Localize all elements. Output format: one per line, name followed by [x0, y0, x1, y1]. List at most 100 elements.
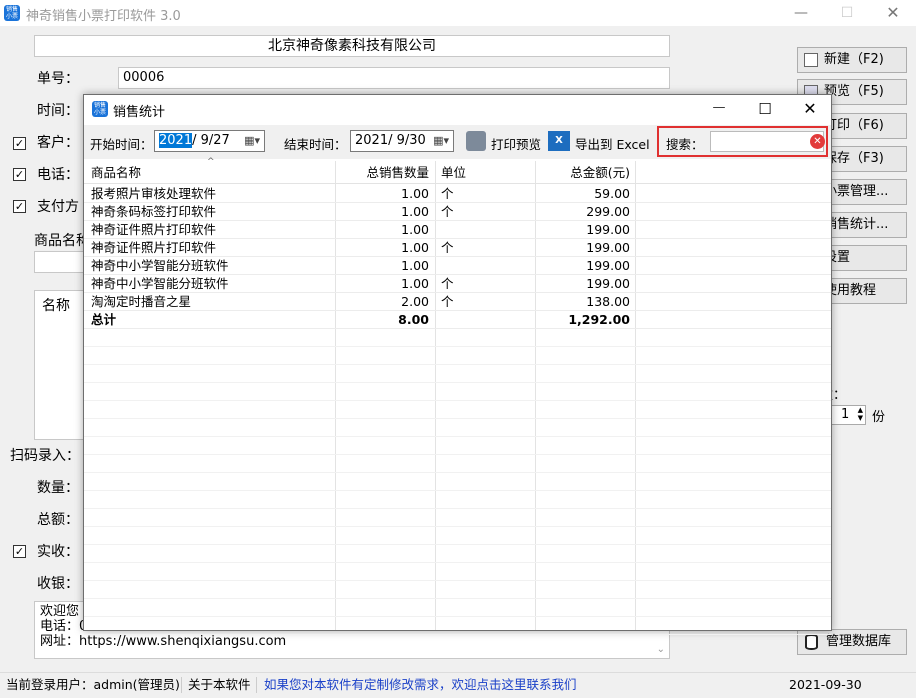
table-row[interactable]: 报考照片审核处理软件 1.00 个 59.00 — [84, 185, 831, 203]
cell-amount: 138.00 — [586, 294, 630, 309]
cell-qty: 2.00 — [401, 294, 429, 309]
cell-name: 神奇条码标签打印软件 — [91, 204, 217, 219]
status-divider — [256, 677, 257, 693]
cell-name: 淘淘定时播音之星 — [91, 294, 192, 309]
empty-row-line — [84, 598, 831, 599]
time-label: 时间： — [37, 103, 79, 119]
table-row[interactable]: 神奇中小学智能分班软件 1.00 个 199.00 — [84, 275, 831, 293]
start-date-picker[interactable]: 2021/ 9/27 ▦▾ — [154, 130, 265, 152]
order-no-field[interactable]: 00006 — [118, 67, 670, 89]
new-doc-icon — [804, 53, 818, 67]
calendar-dropdown-icon[interactable]: ▦▾ — [244, 131, 260, 151]
table-row[interactable]: 神奇证件照片打印软件 1.00 个 199.00 — [84, 239, 831, 257]
main-title-bar: 销售小票 神奇销售小票打印软件 3.0 — ☐ ✕ — [0, 0, 916, 26]
items-table[interactable]: 名称 — [34, 290, 84, 440]
new-button[interactable]: 新建（F2) — [797, 47, 907, 73]
start-time-label: 开始时间： — [90, 137, 153, 152]
dialog-close-icon[interactable]: ✕ — [787, 95, 833, 123]
order-no-label: 单号： — [37, 71, 79, 87]
custom-request-link[interactable]: 如果您对本软件有定制修改需求，欢迎点击这里联系我们 — [264, 673, 577, 697]
empty-row-line — [84, 364, 831, 365]
print-preview-icon — [466, 131, 486, 151]
stepper-arrows-icon[interactable]: ▲ ▼ — [858, 406, 863, 422]
footer-line-3: 网址：https://www.shenqixiangsu.com — [40, 634, 287, 649]
empty-row-line — [84, 526, 831, 527]
cell-amount: 1,292.00 — [568, 312, 630, 327]
cell-name: 总计 — [91, 312, 117, 327]
table-row[interactable]: 神奇条码标签打印软件 1.00 个 299.00 — [84, 203, 831, 221]
cell-name: 报考照片审核处理软件 — [91, 186, 217, 201]
cell-name: 神奇中小学智能分班软件 — [91, 258, 229, 273]
copies-stepper[interactable]: 1 ▲ ▼ — [828, 405, 866, 425]
col-header-unit[interactable]: 单位 — [441, 164, 466, 182]
product-name-field[interactable] — [34, 251, 84, 273]
payment-checkbox[interactable]: ✓ — [13, 200, 26, 213]
print-preview-label: 打印预览 — [491, 137, 542, 152]
table-row[interactable]: 神奇证件照片打印软件 1.00 199.00 — [84, 221, 831, 239]
company-name-field[interactable]: 北京神奇像素科技有限公司 — [34, 35, 670, 57]
search-input[interactable] — [710, 131, 824, 152]
cell-amount: 199.00 — [586, 240, 630, 255]
end-date-picker[interactable]: 2021/ 9/30 ▦▾ — [350, 130, 454, 152]
product-name-label: 商品名称 — [34, 233, 90, 249]
search-box-highlight: 搜索： ✕ — [657, 126, 828, 157]
receipt-management-label: 小票管理... — [824, 184, 889, 199]
cell-unit: 个 — [441, 276, 454, 291]
empty-row-line — [84, 346, 831, 347]
empty-row-line — [84, 616, 831, 617]
excel-icon: X — [548, 131, 570, 151]
cell-name: 神奇证件照片打印软件 — [91, 240, 217, 255]
close-icon[interactable]: ✕ — [870, 0, 916, 26]
new-button-label: 新建（F2) — [824, 52, 884, 67]
save-button-label: 保存（F3) — [824, 151, 884, 166]
grid-header-row: 商品名称 总销售数量 单位 总金额(元) — [84, 164, 831, 182]
empty-row-line — [84, 454, 831, 455]
calendar-dropdown-icon[interactable]: ▦▾ — [433, 131, 449, 151]
phone-checkbox[interactable]: ✓ — [13, 168, 26, 181]
copies-value: 1 — [841, 407, 850, 422]
table-row[interactable]: 神奇中小学智能分班软件 1.00 199.00 — [84, 257, 831, 275]
empty-row-line — [84, 544, 831, 545]
minimize-icon[interactable]: — — [778, 0, 824, 26]
cell-qty: 1.00 — [401, 186, 429, 201]
start-date-rest: / 9/27 — [192, 133, 230, 148]
header-divider — [84, 183, 831, 184]
cell-qty: 1.00 — [401, 222, 429, 237]
maximize-icon[interactable]: ☐ — [824, 0, 870, 26]
table-row[interactable]: 淘淘定时播音之星 2.00 个 138.00 — [84, 293, 831, 311]
current-user-text: 当前登录用户：admin(管理员) — [6, 677, 180, 692]
dialog-title-bar: 销售小票 销售统计 — ☐ ✕ — [84, 95, 831, 123]
dialog-title: 销售统计 — [113, 105, 166, 120]
cell-unit: 个 — [441, 294, 454, 309]
empty-row-line — [84, 490, 831, 491]
customer-checkbox[interactable]: ✓ — [13, 137, 26, 150]
empty-row-line — [84, 508, 831, 509]
db-management-button[interactable]: 管理数据库 — [797, 629, 907, 655]
phone-label: 电话： — [37, 167, 79, 183]
main-window-title: 神奇销售小票打印软件 3.0 — [26, 9, 181, 24]
end-time-label: 结束时间： — [284, 137, 347, 152]
cell-unit: 个 — [441, 186, 454, 201]
search-label: 搜索： — [666, 137, 704, 152]
dialog-maximize-icon[interactable]: ☐ — [742, 95, 788, 123]
dialog-minimize-icon[interactable]: — — [696, 95, 742, 123]
start-date-year: 2021 — [159, 133, 193, 148]
empty-row-line — [84, 634, 831, 635]
sales-grid[interactable]: ^ 商品名称 总销售数量 单位 总金额(元) 报考照片审核处理软件 1.00 个 59… — [84, 157, 831, 635]
empty-row-line — [84, 382, 831, 383]
total-row[interactable]: 总计 8.00 1,292.00 — [84, 311, 831, 329]
cell-name: 神奇证件照片打印软件 — [91, 222, 217, 237]
received-label: 实收： — [37, 544, 79, 560]
end-date-value: 2021/ 9/30 — [355, 133, 426, 148]
received-checkbox[interactable]: ✓ — [13, 545, 26, 558]
col-header-amount[interactable]: 总金额(元) — [570, 164, 630, 182]
cell-unit: 个 — [441, 204, 454, 219]
col-header-name[interactable]: 商品名称 — [91, 164, 141, 182]
clear-search-icon[interactable]: ✕ — [810, 134, 825, 149]
scan-label: 扫码录入： — [10, 448, 80, 464]
scroll-down-icon[interactable]: ⌄ — [657, 642, 665, 657]
dialog-app-icon: 销售小票 — [92, 101, 108, 117]
app-icon: 销售小票 — [4, 5, 20, 21]
about-link[interactable]: 关于本软件 — [188, 673, 251, 697]
col-header-qty[interactable]: 总销售数量 — [366, 164, 429, 182]
